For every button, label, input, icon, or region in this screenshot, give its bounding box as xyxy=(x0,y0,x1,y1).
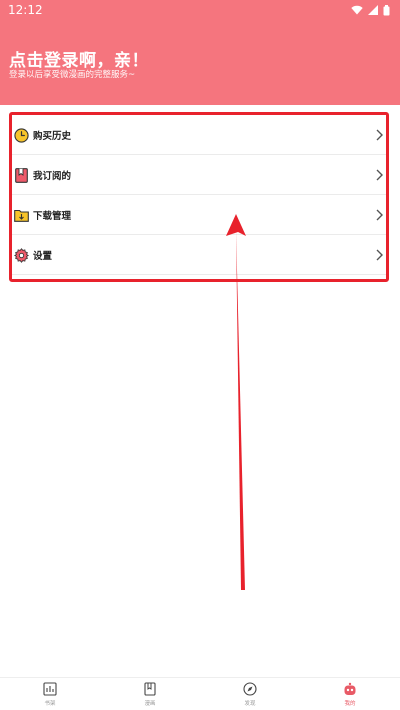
status-bar: 12:12 xyxy=(0,0,400,20)
battery-icon xyxy=(383,4,390,15)
download-folder-icon xyxy=(13,207,29,223)
wifi-icon xyxy=(351,5,363,15)
chevron-right-icon xyxy=(376,209,383,221)
menu-item-label: 设置 xyxy=(33,251,53,262)
annotation-arrow xyxy=(226,214,246,590)
tab-bookshelf[interactable]: 书架 xyxy=(0,678,100,710)
tab-mine[interactable]: 我的 xyxy=(300,678,400,710)
tab-discover[interactable]: 发现 xyxy=(200,678,300,710)
divider xyxy=(12,274,386,275)
tab-label: 发现 xyxy=(244,701,256,707)
menu-item-label: 下载管理 xyxy=(33,211,72,222)
tab-label: 我的 xyxy=(344,701,356,707)
menu-item-label: 我订阅的 xyxy=(33,171,72,182)
bookshelf-icon xyxy=(42,681,58,697)
status-time: 12:12 xyxy=(8,3,43,17)
tab-label: 书架 xyxy=(44,701,56,707)
menu-item-settings[interactable]: 设置 xyxy=(12,235,386,275)
menu-item-downloads[interactable]: 下载管理 xyxy=(12,195,386,235)
login-prompt-subtitle: 登录以后享受微漫画的完整服务~ xyxy=(9,70,136,80)
tab-comics[interactable]: 漫画 xyxy=(100,678,200,710)
gear-icon xyxy=(13,247,29,263)
menu-item-label: 购买历史 xyxy=(33,131,72,142)
signal-icon xyxy=(368,5,378,15)
menu-item-subscriptions[interactable]: 我订阅的 xyxy=(12,155,386,195)
profile-screen: 12:12 点击登录啊，亲！ 登录以后享受微漫画的完整服务~ 购买历史 我订阅的 xyxy=(0,0,400,710)
bookmark-icon xyxy=(13,167,29,183)
tab-label: 漫画 xyxy=(144,701,156,707)
clock-icon xyxy=(13,127,29,143)
menu-item-purchase-history[interactable]: 购买历史 xyxy=(12,115,386,155)
compass-icon xyxy=(242,681,258,697)
book-icon xyxy=(142,681,158,697)
status-icons xyxy=(351,4,390,16)
robot-avatar-icon xyxy=(342,681,358,697)
header: 12:12 点击登录啊，亲！ 登录以后享受微漫画的完整服务~ xyxy=(0,0,400,105)
menu-list: 购买历史 我订阅的 下载管理 设置 xyxy=(9,112,389,282)
chevron-right-icon xyxy=(376,129,383,141)
chevron-right-icon xyxy=(376,169,383,181)
chevron-right-icon xyxy=(376,249,383,261)
bottom-nav: 书架 漫画 发现 我的 xyxy=(0,677,400,710)
